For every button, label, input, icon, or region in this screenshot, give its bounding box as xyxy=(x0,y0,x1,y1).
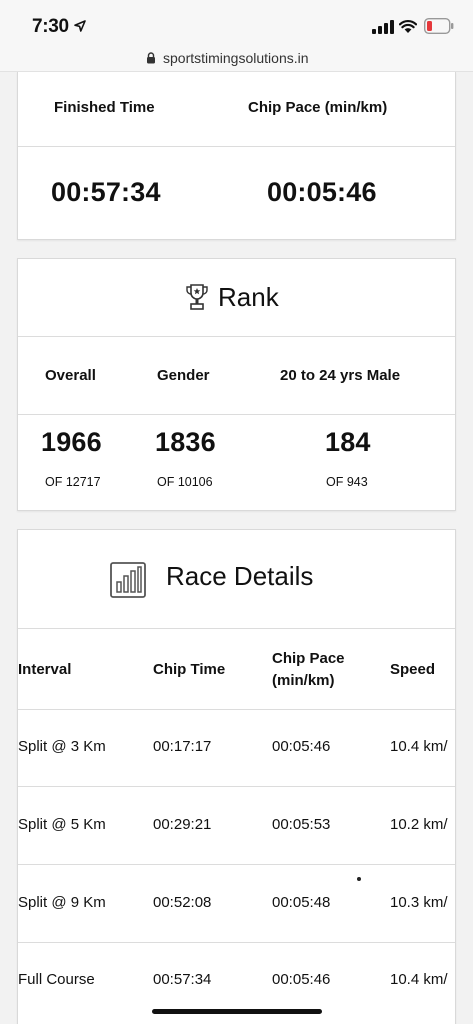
row-speed: 10.4 km/ xyxy=(390,971,448,988)
rank-age-group-value: 184 xyxy=(325,427,371,457)
column-header-interval[interactable]: Interval xyxy=(18,659,71,680)
divider xyxy=(18,786,455,787)
chip-pace-value: 00:05:46 xyxy=(267,177,377,207)
row-chip-time: 00:17:17 xyxy=(153,738,212,755)
divider xyxy=(18,942,455,943)
rank-gender-total: OF 10106 xyxy=(157,475,213,489)
url-text[interactable]: sportstimingsolutions.in xyxy=(163,50,309,66)
row-chip-pace: 00:05:46 xyxy=(272,738,331,755)
rank-overall-value: 1966 xyxy=(41,427,102,457)
race-details-card: Race Details Interval Chip Time Chip Pac… xyxy=(17,529,456,1024)
trophy-icon xyxy=(186,284,208,310)
location-arrow-icon xyxy=(74,20,86,32)
address-bar[interactable]: sportstimingsolutions.in xyxy=(0,42,473,72)
rank-age-group-total: OF 943 xyxy=(326,475,368,489)
home-indicator[interactable] xyxy=(152,1009,322,1014)
finished-time-label: Finished Time xyxy=(54,99,155,116)
divider xyxy=(18,146,455,147)
rank-overall-label: Overall xyxy=(45,367,96,384)
row-interval: Split @ 9 Km xyxy=(18,894,106,911)
bar-chart-icon xyxy=(110,562,146,598)
divider xyxy=(18,709,455,710)
column-header-chip-pace[interactable]: Chip Pace xyxy=(272,648,345,669)
row-speed: 10.2 km/ xyxy=(390,816,448,833)
rank-gender-value: 1836 xyxy=(155,427,216,457)
row-chip-time: 00:52:08 xyxy=(153,894,212,911)
row-chip-pace: 00:05:53 xyxy=(272,816,331,833)
chip-pace-label: Chip Pace (min/km) xyxy=(248,99,388,116)
status-bar: 7:30 xyxy=(0,0,473,42)
column-header-chip-pace-unit[interactable]: (min/km) xyxy=(272,670,335,691)
row-chip-pace: 00:05:48 xyxy=(272,894,331,911)
divider xyxy=(18,414,455,415)
column-header-speed[interactable]: Speed xyxy=(390,659,435,680)
cellular-signal-icon xyxy=(372,20,394,34)
battery-low-icon xyxy=(424,18,454,34)
column-header-chip-time[interactable]: Chip Time xyxy=(153,659,225,680)
rank-gender-label: Gender xyxy=(157,367,210,384)
divider xyxy=(18,336,455,337)
rank-age-group-label: 20 to 24 yrs Male xyxy=(280,367,401,384)
row-chip-pace: 00:05:46 xyxy=(272,971,331,988)
finish-card: Finished Time Chip Pace (min/km) 00:57:3… xyxy=(17,72,456,240)
row-speed: 10.3 km/ xyxy=(390,894,448,911)
rank-card: Rank Overall Gender 20 to 24 yrs Male 19… xyxy=(17,258,456,511)
wifi-icon xyxy=(399,20,417,33)
rank-title: Rank xyxy=(218,282,279,312)
row-chip-time: 00:57:34 xyxy=(153,971,212,988)
touch-dot xyxy=(357,877,361,881)
rank-overall-total: OF 12717 xyxy=(45,475,101,489)
status-time: 7:30 xyxy=(32,16,69,37)
lock-icon xyxy=(147,52,155,64)
row-chip-time: 00:29:21 xyxy=(153,816,212,833)
row-interval: Full Course xyxy=(18,971,95,988)
row-interval: Split @ 5 Km xyxy=(18,816,106,833)
finished-time-value: 00:57:34 xyxy=(51,177,161,207)
divider xyxy=(18,628,455,629)
row-interval: Split @ 3 Km xyxy=(18,738,106,755)
divider xyxy=(18,864,455,865)
row-speed: 10.4 km/ xyxy=(390,738,448,755)
race-details-title: Race Details xyxy=(166,561,314,591)
